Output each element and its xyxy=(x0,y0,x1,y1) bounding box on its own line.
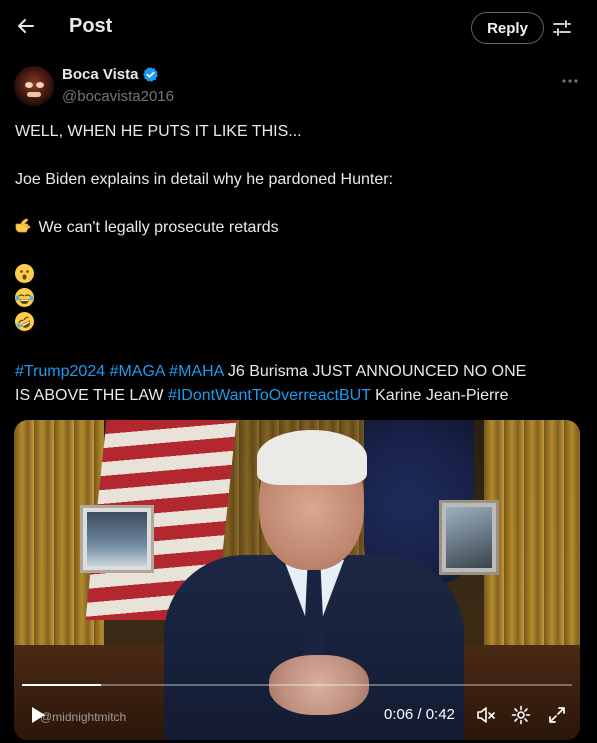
video-watermark: @midnightmitch xyxy=(40,710,127,724)
video-controls: @midnightmitch 0:06 / 0:42 xyxy=(14,690,580,740)
post-text-segment: IS ABOVE THE LAW xyxy=(15,387,168,404)
post-text: WELL, WHEN HE PUTS IT LIKE THIS... Joe B… xyxy=(11,120,585,408)
filter-icon[interactable] xyxy=(551,17,573,39)
post-text-segment: Karine Jean-Pierre xyxy=(370,387,509,404)
photo-frame-right xyxy=(439,500,499,575)
hashtags-line-1: #Trump2024 #MAGA #MAHA J6 Burisma JUST A… xyxy=(15,360,585,384)
post-line-3-text: We can't legally prosecute retards xyxy=(38,219,279,236)
pointing-hand-icon xyxy=(15,217,34,236)
author-handle[interactable]: @bocavista2016 xyxy=(62,88,174,105)
video-progress-fill xyxy=(22,684,101,686)
post-header: Post Reply xyxy=(0,0,597,56)
more-icon[interactable] xyxy=(561,72,579,83)
settings-icon[interactable] xyxy=(511,705,531,725)
post-line-2: Joe Biden explains in detail why he pard… xyxy=(15,171,394,188)
video-time: 0:06 / 0:42 xyxy=(384,706,455,723)
post-line-3: We can't legally prosecute retards xyxy=(15,216,585,240)
hashtag-link[interactable]: #MAHA xyxy=(169,363,223,380)
reply-button[interactable]: Reply xyxy=(471,12,544,44)
rofl-face-icon xyxy=(11,308,38,335)
video-progress-bar[interactable] xyxy=(22,684,572,686)
back-arrow-icon[interactable] xyxy=(12,12,40,40)
fullscreen-icon[interactable] xyxy=(547,705,567,725)
author-name-row[interactable]: Boca Vista xyxy=(62,66,159,83)
hushed-face-icon xyxy=(15,264,34,283)
hashtags-line-2: IS ABOVE THE LAW #IDontWantToOverreactBU… xyxy=(15,384,585,408)
speaker-hair xyxy=(257,430,367,485)
hashtag-link[interactable]: #IDontWantToOverreactBUT xyxy=(168,387,371,404)
author-name[interactable]: Boca Vista xyxy=(62,66,138,83)
joy-face-icon xyxy=(15,288,34,307)
verified-badge-icon xyxy=(142,66,159,83)
hashtag-link[interactable]: #Trump2024 xyxy=(15,363,105,380)
post-text-segment: J6 Burisma JUST ANNOUNCED NO ONE xyxy=(223,363,527,380)
avatar[interactable] xyxy=(14,66,54,106)
hashtag-link[interactable]: #MAGA xyxy=(110,363,165,380)
video-player[interactable]: @midnightmitch 0:06 / 0:42 xyxy=(14,420,580,740)
photo-frame-left xyxy=(80,505,154,573)
post-line-1: WELL, WHEN HE PUTS IT LIKE THIS... xyxy=(15,123,302,140)
mute-icon[interactable] xyxy=(476,705,496,725)
page-title: Post xyxy=(69,15,113,37)
